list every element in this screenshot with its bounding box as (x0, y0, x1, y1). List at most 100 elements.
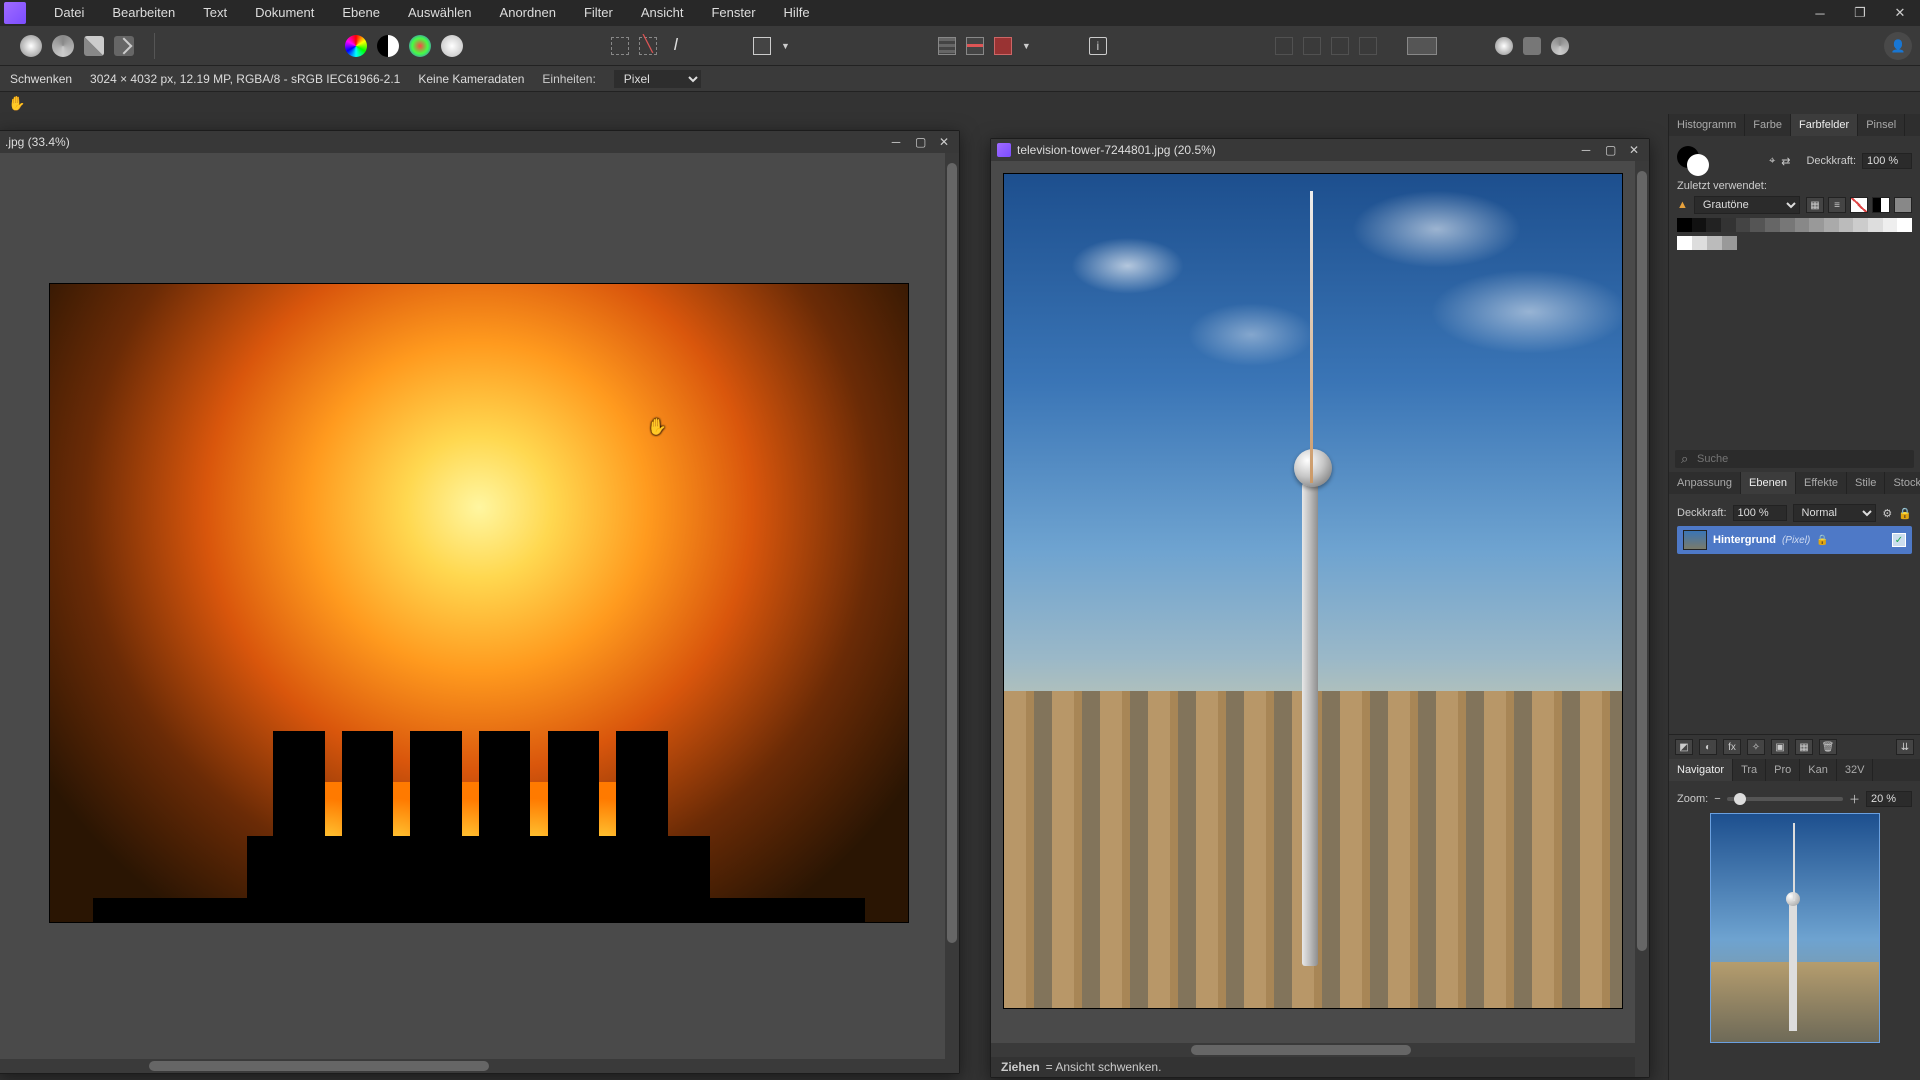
grey-ramp[interactable] (1677, 218, 1912, 232)
layer-merge-icon[interactable]: ⇊ (1896, 739, 1914, 755)
doc-left-canvas[interactable]: ✋ (0, 153, 959, 1059)
zoom-in-icon[interactable]: ＋ (1849, 791, 1860, 807)
swatch-list-icon[interactable]: ≡ (1828, 197, 1846, 213)
tab-histogramm[interactable]: Histogramm (1669, 114, 1745, 136)
swatch-grid-icon[interactable]: ▦ (1806, 197, 1824, 213)
menu-fenster[interactable]: Fenster (697, 0, 769, 26)
layer-lock-icon[interactable]: 🔒 (1898, 507, 1912, 520)
opacity-value[interactable] (1862, 153, 1912, 169)
tab-kan[interactable]: Kan (1800, 759, 1837, 781)
layer-add-mask-icon[interactable]: ◩ (1675, 739, 1693, 755)
guides-icon[interactable] (966, 37, 984, 55)
doc-right-hscroll[interactable] (991, 1043, 1635, 1057)
doc-right-canvas[interactable] (991, 161, 1649, 1043)
menu-anordnen[interactable]: Anordnen (486, 0, 570, 26)
eyedropper-icon[interactable]: ⌖ (1769, 155, 1775, 168)
layer-add-adjust-icon[interactable]: ◐ (1699, 739, 1717, 755)
menu-datei[interactable]: Datei (40, 0, 98, 26)
layout-icon[interactable] (1407, 37, 1437, 55)
menu-ebene[interactable]: Ebene (328, 0, 394, 26)
doc-left-minimize[interactable]: ─ (887, 135, 905, 149)
tab-stock[interactable]: Stock (1885, 472, 1920, 494)
doc-left-hscroll[interactable] (0, 1059, 945, 1073)
tab-stile[interactable]: Stile (1847, 472, 1885, 494)
layer-item[interactable]: Hintergrund (Pixel) 🔒 ✓ (1677, 526, 1912, 554)
selection-text-icon[interactable]: 𝐼 (667, 37, 685, 55)
layer-group-icon[interactable]: ▣ (1771, 739, 1789, 755)
tab-ebenen[interactable]: Ebenen (1741, 472, 1796, 494)
menu-auswaehlen[interactable]: Auswählen (394, 0, 486, 26)
menu-text[interactable]: Text (189, 0, 241, 26)
palette-select[interactable]: Grautöne (1694, 196, 1800, 214)
doc-left-vscroll[interactable] (945, 153, 959, 1059)
menu-ansicht[interactable]: Ansicht (627, 0, 698, 26)
selection-cancel-icon[interactable]: ╲ (639, 37, 657, 55)
menu-dokument[interactable]: Dokument (241, 0, 328, 26)
layer-locked-icon[interactable]: 🔒 (1816, 535, 1828, 546)
layer-opacity-value[interactable] (1733, 505, 1787, 521)
doc-right-minimize[interactable]: ─ (1577, 143, 1595, 157)
assist-circle2-icon[interactable] (1523, 37, 1541, 55)
crop-icon[interactable] (753, 37, 771, 55)
layer-add-pixel-icon[interactable]: ▦ (1795, 739, 1813, 755)
window-maximize[interactable]: ❐ (1840, 0, 1880, 26)
units-select[interactable]: Pixel (614, 70, 701, 88)
grid-icon[interactable] (938, 37, 956, 55)
history-flag2-icon[interactable] (1359, 37, 1377, 55)
swatch-spectrum-icon[interactable] (345, 35, 367, 57)
account-avatar[interactable]: 👤 (1884, 32, 1912, 60)
tab-navigator[interactable]: Navigator (1669, 759, 1733, 781)
swatch-none-icon[interactable] (1850, 197, 1868, 213)
zoom-slider[interactable] (1727, 797, 1843, 801)
doc-right-close[interactable]: ✕ (1625, 143, 1643, 157)
window-minimize[interactable]: ─ (1800, 0, 1840, 26)
tab-pro[interactable]: Pro (1766, 759, 1800, 781)
window-close[interactable]: ✕ (1880, 0, 1920, 26)
swap-colors-icon[interactable]: ⇄ (1781, 155, 1790, 168)
zoom-value[interactable] (1866, 791, 1912, 807)
hand-tool-icon[interactable]: ✋ (8, 95, 25, 112)
zoom-out-icon[interactable]: − (1714, 793, 1720, 805)
layer-add-fx-icon[interactable]: fx (1723, 739, 1741, 755)
swatch-mid-icon[interactable] (1894, 197, 1912, 213)
layer-blend-select[interactable]: Normal (1793, 504, 1877, 522)
swatch-hue-icon[interactable] (409, 35, 431, 57)
tab-pinsel[interactable]: Pinsel (1858, 114, 1905, 136)
tab-tra[interactable]: Tra (1733, 759, 1766, 781)
doc-right-maximize[interactable]: ▢ (1601, 143, 1619, 157)
selection-rect-icon[interactable] (611, 37, 629, 55)
swatch-bw-icon[interactable] (1872, 197, 1890, 213)
snap-dropdown-icon[interactable]: ▼ (1022, 41, 1031, 51)
history-forward-icon[interactable] (1303, 37, 1321, 55)
persona-liquify-icon[interactable] (52, 35, 74, 57)
layer-add-live-icon[interactable]: ✧ (1747, 739, 1765, 755)
layer-settings-icon[interactable]: ⚙ (1882, 507, 1892, 520)
search-input[interactable] (1675, 450, 1914, 468)
swatch-tint-icon[interactable] (441, 35, 463, 57)
doc-right-vscroll[interactable] (1635, 161, 1649, 1063)
doc-left-close[interactable]: ✕ (935, 135, 953, 149)
persona-develop-icon[interactable] (84, 36, 104, 56)
swatch-greyscale-icon[interactable] (377, 35, 399, 57)
persona-export-icon[interactable] (114, 36, 134, 56)
grey-steps[interactable] (1677, 236, 1737, 250)
assist-circle3-icon[interactable] (1551, 37, 1569, 55)
crop-dropdown-icon[interactable]: ▼ (781, 41, 790, 51)
tab-32v[interactable]: 32V (1837, 759, 1874, 781)
history-back-icon[interactable] (1275, 37, 1293, 55)
snap-icon[interactable] (994, 37, 1012, 55)
persona-photo-icon[interactable] (20, 35, 42, 57)
menu-filter[interactable]: Filter (570, 0, 627, 26)
assist-circle1-icon[interactable] (1495, 37, 1513, 55)
info-icon[interactable]: i (1089, 37, 1107, 55)
tab-anpassung[interactable]: Anpassung (1669, 472, 1741, 494)
menu-bearbeiten[interactable]: Bearbeiten (98, 0, 189, 26)
doc-left-maximize[interactable]: ▢ (911, 135, 929, 149)
fg-bg-color[interactable] (1677, 146, 1713, 176)
tab-farbfelder[interactable]: Farbfelder (1791, 114, 1858, 136)
menu-hilfe[interactable]: Hilfe (770, 0, 824, 26)
tab-farbe[interactable]: Farbe (1745, 114, 1791, 136)
history-flag1-icon[interactable] (1331, 37, 1349, 55)
layer-visible-toggle[interactable]: ✓ (1892, 533, 1906, 547)
navigator-preview[interactable] (1710, 813, 1880, 1043)
